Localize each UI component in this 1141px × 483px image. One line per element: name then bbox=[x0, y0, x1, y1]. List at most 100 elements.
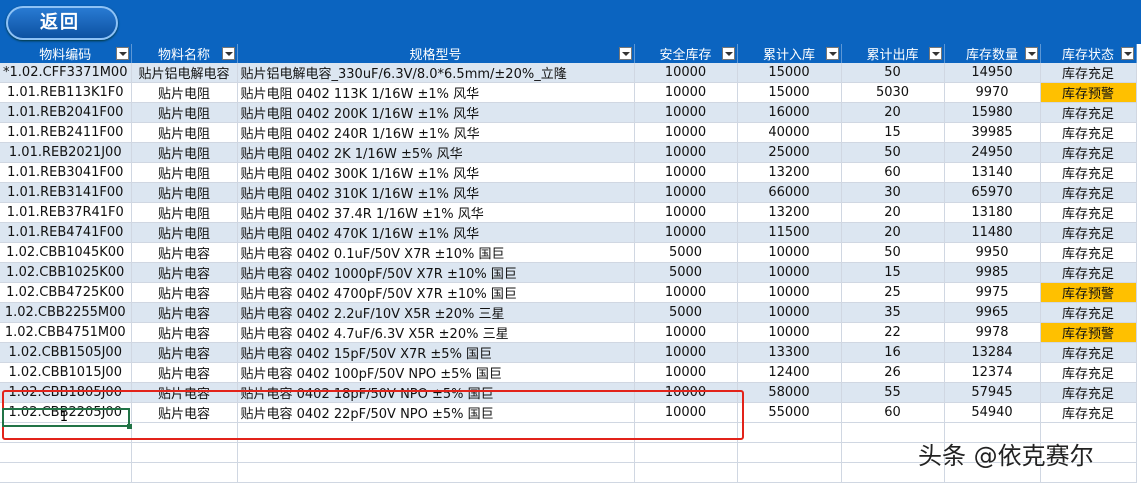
cell-status[interactable]: 库存充足 bbox=[1040, 202, 1137, 223]
filter-dropdown-icon[interactable] bbox=[221, 47, 235, 60]
filter-dropdown-icon[interactable] bbox=[1024, 47, 1038, 60]
cell-code[interactable]: 1.01.REB2411F00 bbox=[0, 122, 132, 143]
cell-in[interactable]: 11500 bbox=[737, 222, 842, 243]
cell-in[interactable]: 12400 bbox=[737, 362, 842, 383]
cell-spec[interactable]: 贴片电阻 0402 470K 1/16W ±1% 风华 bbox=[237, 222, 635, 243]
cell-safe[interactable]: 10000 bbox=[634, 342, 738, 363]
cell-safe[interactable]: 5000 bbox=[634, 242, 738, 263]
cell-qty[interactable]: 15980 bbox=[944, 102, 1041, 123]
cell-code[interactable]: 1.01.REB4741F00 bbox=[0, 222, 132, 243]
cell-status[interactable]: 库存充足 bbox=[1040, 102, 1137, 123]
cell-name[interactable]: 贴片电容 bbox=[131, 322, 238, 343]
cell-in[interactable]: 10000 bbox=[737, 302, 842, 323]
cell-in[interactable]: 16000 bbox=[737, 102, 842, 123]
cell-qty[interactable]: 9978 bbox=[944, 322, 1041, 343]
cell-out[interactable]: 20 bbox=[841, 102, 945, 123]
cell-out[interactable]: 25 bbox=[841, 282, 945, 303]
cell-name[interactable]: 贴片电阻 bbox=[131, 122, 238, 143]
cell-status[interactable]: 库存充足 bbox=[1040, 302, 1137, 323]
cell-safe[interactable]: 10000 bbox=[634, 122, 738, 143]
cell-code[interactable]: 1.02.CBB1045K00 bbox=[0, 242, 132, 263]
cell-out[interactable]: 15 bbox=[841, 122, 945, 143]
cell-safe[interactable]: 5000 bbox=[634, 302, 738, 323]
cell-status[interactable]: 库存充足 bbox=[1040, 122, 1137, 143]
cell-status[interactable]: 库存充足 bbox=[1040, 162, 1137, 183]
cell-code[interactable]: 1.02.CBB1505J00 bbox=[0, 342, 132, 363]
cell-status[interactable]: 库存充足 bbox=[1040, 342, 1137, 363]
cell-name[interactable]: 贴片电容 bbox=[131, 242, 238, 263]
cell-out[interactable]: 16 bbox=[841, 342, 945, 363]
filter-dropdown-icon[interactable] bbox=[115, 47, 129, 60]
cell-qty[interactable]: 13284 bbox=[944, 342, 1041, 363]
cell-safe[interactable]: 10000 bbox=[634, 82, 738, 103]
cell-safe[interactable]: 10000 bbox=[634, 322, 738, 343]
cell-out[interactable]: 20 bbox=[841, 202, 945, 223]
cell-qty[interactable]: 9970 bbox=[944, 82, 1041, 103]
cell-qty[interactable]: 9965 bbox=[944, 302, 1041, 323]
cell-code[interactable]: 1.01.REB2041F00 bbox=[0, 102, 132, 123]
active-cell[interactable]: 1 bbox=[2, 408, 130, 427]
cell-qty[interactable]: 9985 bbox=[944, 262, 1041, 283]
cell-in[interactable]: 10000 bbox=[737, 262, 842, 283]
cell-out[interactable]: 20 bbox=[841, 222, 945, 243]
cell-code[interactable]: 1.02.CBB4725K00 bbox=[0, 282, 132, 303]
cell-status[interactable]: 库存预警 bbox=[1040, 282, 1137, 303]
cell-spec[interactable]: 贴片电阻 0402 200K 1/16W ±1% 风华 bbox=[237, 102, 635, 123]
empty-cell[interactable] bbox=[0, 442, 132, 463]
cell-safe[interactable]: 10000 bbox=[634, 182, 738, 203]
cell-code[interactable]: 1.01.REB37R41F0 bbox=[0, 202, 132, 223]
cell-qty[interactable]: 13180 bbox=[944, 202, 1041, 223]
cell-status[interactable]: 库存充足 bbox=[1040, 222, 1137, 243]
empty-cell[interactable] bbox=[737, 442, 842, 463]
cell-out[interactable]: 5030 bbox=[841, 82, 945, 103]
cell-in[interactable]: 55000 bbox=[737, 402, 842, 423]
cell-spec[interactable]: 贴片电容 0402 4.7uF/6.3V X5R ±20% 三星 bbox=[237, 322, 635, 343]
cell-status[interactable]: 库存充足 bbox=[1040, 63, 1137, 83]
cell-in[interactable]: 40000 bbox=[737, 122, 842, 143]
cell-safe[interactable]: 10000 bbox=[634, 142, 738, 163]
empty-cell[interactable] bbox=[634, 442, 738, 463]
cell-qty[interactable]: 57945 bbox=[944, 382, 1041, 403]
cell-qty[interactable]: 24950 bbox=[944, 142, 1041, 163]
cell-status[interactable]: 库存充足 bbox=[1040, 242, 1137, 263]
cell-qty[interactable]: 12374 bbox=[944, 362, 1041, 383]
cell-spec[interactable]: 贴片电容 0402 15pF/50V X7R ±5% 国巨 bbox=[237, 342, 635, 363]
cell-spec[interactable]: 贴片电阻 0402 2K 1/16W ±5% 风华 bbox=[237, 142, 635, 163]
cell-code[interactable]: 1.02.CBB1015J00 bbox=[0, 362, 132, 383]
cell-in[interactable]: 13300 bbox=[737, 342, 842, 363]
cell-out[interactable]: 60 bbox=[841, 402, 945, 423]
cell-out[interactable]: 50 bbox=[841, 242, 945, 263]
cell-code[interactable]: 1.01.REB113K1F0 bbox=[0, 82, 132, 103]
cell-status[interactable]: 库存充足 bbox=[1040, 182, 1137, 203]
cell-spec[interactable]: 贴片电阻 0402 240R 1/16W ±1% 风华 bbox=[237, 122, 635, 143]
empty-cell[interactable] bbox=[237, 442, 635, 463]
cell-spec[interactable]: 贴片电阻 0402 113K 1/16W ±1% 风华 bbox=[237, 82, 635, 103]
cell-in[interactable]: 10000 bbox=[737, 282, 842, 303]
cell-name[interactable]: 贴片电阻 bbox=[131, 222, 238, 243]
cell-safe[interactable]: 10000 bbox=[634, 63, 738, 83]
cell-out[interactable]: 60 bbox=[841, 162, 945, 183]
back-button[interactable]: 返回 bbox=[6, 6, 118, 40]
cell-status[interactable]: 库存充足 bbox=[1040, 382, 1137, 403]
cell-spec[interactable]: 贴片电容 0402 2.2uF/10V X5R ±20% 三星 bbox=[237, 302, 635, 323]
cell-out[interactable]: 50 bbox=[841, 63, 945, 83]
empty-cell[interactable] bbox=[131, 442, 238, 463]
cell-in[interactable]: 15000 bbox=[737, 82, 842, 103]
filter-dropdown-icon[interactable] bbox=[825, 47, 839, 60]
cell-status[interactable]: 库存充足 bbox=[1040, 402, 1137, 423]
cell-safe[interactable]: 10000 bbox=[634, 222, 738, 243]
cell-qty[interactable]: 14950 bbox=[944, 63, 1041, 83]
cell-status[interactable]: 库存充足 bbox=[1040, 362, 1137, 383]
cell-in[interactable]: 66000 bbox=[737, 182, 842, 203]
cell-in[interactable]: 13200 bbox=[737, 202, 842, 223]
cell-spec[interactable]: 贴片铝电解电容_330uF/6.3V/8.0*6.5mm/±20%_立隆 bbox=[237, 63, 635, 83]
cell-spec[interactable]: 贴片电阻 0402 310K 1/16W ±1% 风华 bbox=[237, 182, 635, 203]
cell-name[interactable]: 贴片电容 bbox=[131, 262, 238, 283]
cell-status[interactable]: 库存充足 bbox=[1040, 262, 1137, 283]
cell-out[interactable]: 22 bbox=[841, 322, 945, 343]
cell-code[interactable]: 1.02.CBB1025K00 bbox=[0, 262, 132, 283]
cell-name[interactable]: 贴片电容 bbox=[131, 362, 238, 383]
filter-dropdown-icon[interactable] bbox=[1120, 47, 1134, 60]
filter-dropdown-icon[interactable] bbox=[928, 47, 942, 60]
cell-out[interactable]: 35 bbox=[841, 302, 945, 323]
